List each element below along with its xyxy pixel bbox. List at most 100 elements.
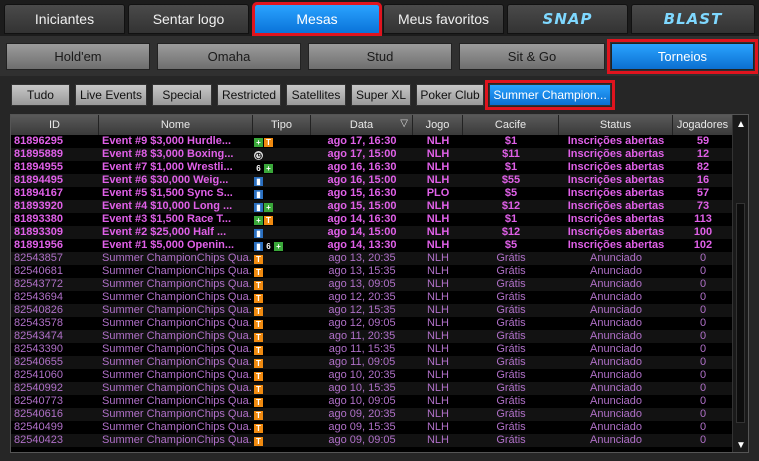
cell-players: 59 — [696, 135, 710, 147]
cell-game: NLH — [426, 369, 449, 381]
tab-torneios[interactable]: Torneios — [607, 39, 758, 74]
cell-tipo: ▮ — [254, 226, 310, 239]
col-status[interactable]: Status — [559, 115, 673, 135]
tab-meus-favoritos[interactable]: Meus favoritos — [383, 4, 504, 34]
scrollbar-thumb[interactable] — [736, 203, 745, 423]
cell-date: ago 11, 09:05 — [328, 356, 396, 368]
cell-date: ago 11, 15:35 — [328, 343, 396, 355]
tab-label: Torneios — [657, 49, 708, 64]
table-row[interactable]: 81893380 Event #3 $1,500 Race T... + Tago 1… — [11, 213, 733, 226]
table-row[interactable]: 81891956 Event #1 $5,000 Openin... ▮ 6 + ago … — [11, 239, 733, 252]
tab-omaha[interactable]: Omaha — [157, 43, 301, 70]
table-row[interactable]: 82543390 Summer ChampionChips Qua... Tago … — [11, 343, 733, 356]
table-row[interactable]: 81894167 Event #5 $1,500 Sync S... ▮ ago 15… — [11, 187, 733, 200]
col-id[interactable]: ID — [11, 115, 99, 135]
table-row[interactable]: 82543474 Summer ChampionChips Qua... Tago … — [11, 330, 733, 343]
cell-game: NLH — [426, 265, 449, 277]
table-row[interactable]: 82540773 Summer ChampionChips Qua... Tago … — [11, 395, 733, 408]
filter-summer-champion[interactable]: Summer Champion... — [485, 80, 615, 110]
table-row[interactable]: 82540992 Summer ChampionChips Qua... Tago … — [11, 382, 733, 395]
table-row[interactable]: 81893920 Event #4 $10,000 Long ... ▮ + ago 1… — [11, 200, 733, 213]
table-row[interactable]: 81894955 Event #7 $1,000 Wrestli... 6 + ago … — [11, 161, 733, 174]
table-row[interactable]: 82543772 Summer ChampionChips Qua... Tago … — [11, 278, 733, 291]
tab-sentar-logo[interactable]: Sentar logo — [128, 4, 249, 34]
tab-snap[interactable]: SNAP — [507, 4, 628, 34]
table-row[interactable]: 82540423 Summer ChampionChips Qua... Tago … — [11, 434, 733, 447]
tab-sit-and-go[interactable]: Sit & Go — [459, 43, 605, 70]
cell-buyin: Grátis — [496, 408, 526, 420]
cell-tipo: T — [254, 265, 310, 278]
cell-players: 0 — [699, 408, 707, 420]
t-icon: T — [254, 307, 263, 316]
cell-date: ago 15, 16:30 — [327, 187, 397, 199]
table-row[interactable]: 82543857 Summer ChampionChips Qua... Tago … — [11, 252, 733, 265]
cell-tipo: ◷ — [254, 148, 310, 161]
cell-date: ago 17, 16:30 — [327, 135, 397, 147]
cell-date: ago 14, 16:30 — [327, 213, 397, 225]
blast-logo: BLAST — [663, 10, 723, 28]
cell-status: Anunciado — [590, 291, 642, 303]
scroll-up-icon[interactable]: ▲ — [734, 117, 748, 131]
cell-players: 0 — [699, 343, 707, 355]
table-row[interactable]: 81895889 Event #8 $3,000 Boxing... ◷ ago 17… — [11, 148, 733, 161]
cell-name: Summer ChampionChips Qua... — [102, 265, 252, 277]
table-row[interactable]: 82541060 Summer ChampionChips Qua... Tago … — [11, 369, 733, 382]
filter-satellites[interactable]: Satellites — [286, 84, 346, 106]
col-jogo[interactable]: Jogo — [413, 115, 463, 135]
cell-buyin: $1 — [504, 213, 518, 225]
table-row[interactable]: 82543694 Summer ChampionChips Qua... Tago … — [11, 291, 733, 304]
bars-icon: ▮ — [254, 242, 263, 251]
col-cacife[interactable]: Cacife — [463, 115, 559, 135]
table-row[interactable]: 82540681 Summer ChampionChips Qua... Tago … — [11, 265, 733, 278]
cell-game: NLH — [426, 291, 449, 303]
cell-date: ago 12, 15:35 — [328, 304, 396, 316]
cell-date: ago 09, 15:35 — [328, 421, 396, 433]
table-row[interactable]: 82540616 Summer ChampionChips Qua... Tago … — [11, 408, 733, 421]
col-label: Tipo — [271, 119, 292, 131]
col-tipo[interactable]: Tipo — [253, 115, 311, 135]
filter-restricted[interactable]: Restricted — [217, 84, 281, 106]
filter-label: Special — [162, 88, 202, 102]
bars-icon: ▮ — [254, 203, 263, 212]
col-nome[interactable]: Nome — [99, 115, 253, 135]
cell-name: Summer ChampionChips Qua... — [102, 395, 252, 407]
cell-id: 81894495 — [14, 174, 63, 186]
cell-tipo: ▮ 6 + — [254, 239, 310, 252]
cell-tipo: T — [254, 317, 310, 330]
cell-name: Summer ChampionChips Qua... — [102, 356, 252, 368]
table-row[interactable]: 81893309 Event #2 $25,000 Half ... ▮ ago 14… — [11, 226, 733, 239]
tab-mesas[interactable]: Mesas — [252, 2, 382, 36]
cell-date: ago 09, 20:35 — [328, 408, 396, 420]
cell-tipo: T — [254, 343, 310, 356]
bars-icon: ▮ — [254, 190, 263, 199]
col-jogadores[interactable]: Jogadores — [673, 115, 733, 135]
table-row[interactable]: 81896295 Event #9 $3,000 Hurdle... + Tago 1… — [11, 135, 733, 148]
t-icon: T — [254, 268, 263, 277]
scroll-down-icon[interactable]: ▼ — [734, 438, 748, 452]
cell-game: NLH — [426, 304, 449, 316]
filter-super-xl[interactable]: Super XL — [351, 84, 411, 106]
col-label: Data — [349, 119, 374, 131]
table-row[interactable]: 82540499 Summer ChampionChips Qua... Tago … — [11, 421, 733, 434]
cell-status: Anunciado — [590, 317, 642, 329]
cell-name: Summer ChampionChips Qua... — [102, 252, 252, 264]
table-row[interactable]: 82543578 Summer ChampionChips Qua... Tago … — [11, 317, 733, 330]
filter-tudo[interactable]: Tudo — [11, 84, 70, 106]
bars-icon: ▮ — [254, 229, 263, 238]
filter-live-events[interactable]: Live Events — [75, 84, 147, 106]
cell-game: NLH — [426, 408, 449, 420]
tab-iniciantes[interactable]: Iniciantes — [4, 4, 125, 34]
col-data[interactable]: Data ▽ — [311, 115, 413, 135]
filter-special[interactable]: Special — [152, 84, 212, 106]
cell-status: Anunciado — [590, 356, 642, 368]
filter-poker-club[interactable]: Poker Club — [416, 84, 484, 106]
tab-stud[interactable]: Stud — [308, 43, 452, 70]
cell-tipo: T — [254, 330, 310, 343]
table-row[interactable]: 82540826 Summer ChampionChips Qua... Tago … — [11, 304, 733, 317]
tab-holdem[interactable]: Hold'em — [6, 43, 150, 70]
tab-blast[interactable]: BLAST — [631, 4, 755, 34]
cell-name: Event #8 $3,000 Boxing... — [102, 148, 234, 160]
vertical-scrollbar[interactable]: ▲ ▼ — [732, 115, 748, 452]
table-row[interactable]: 81894495 Event #6 $30,000 Weig... ▮ ago 16,… — [11, 174, 733, 187]
table-row[interactable]: 82540655 Summer ChampionChips Qua... Tago … — [11, 356, 733, 369]
